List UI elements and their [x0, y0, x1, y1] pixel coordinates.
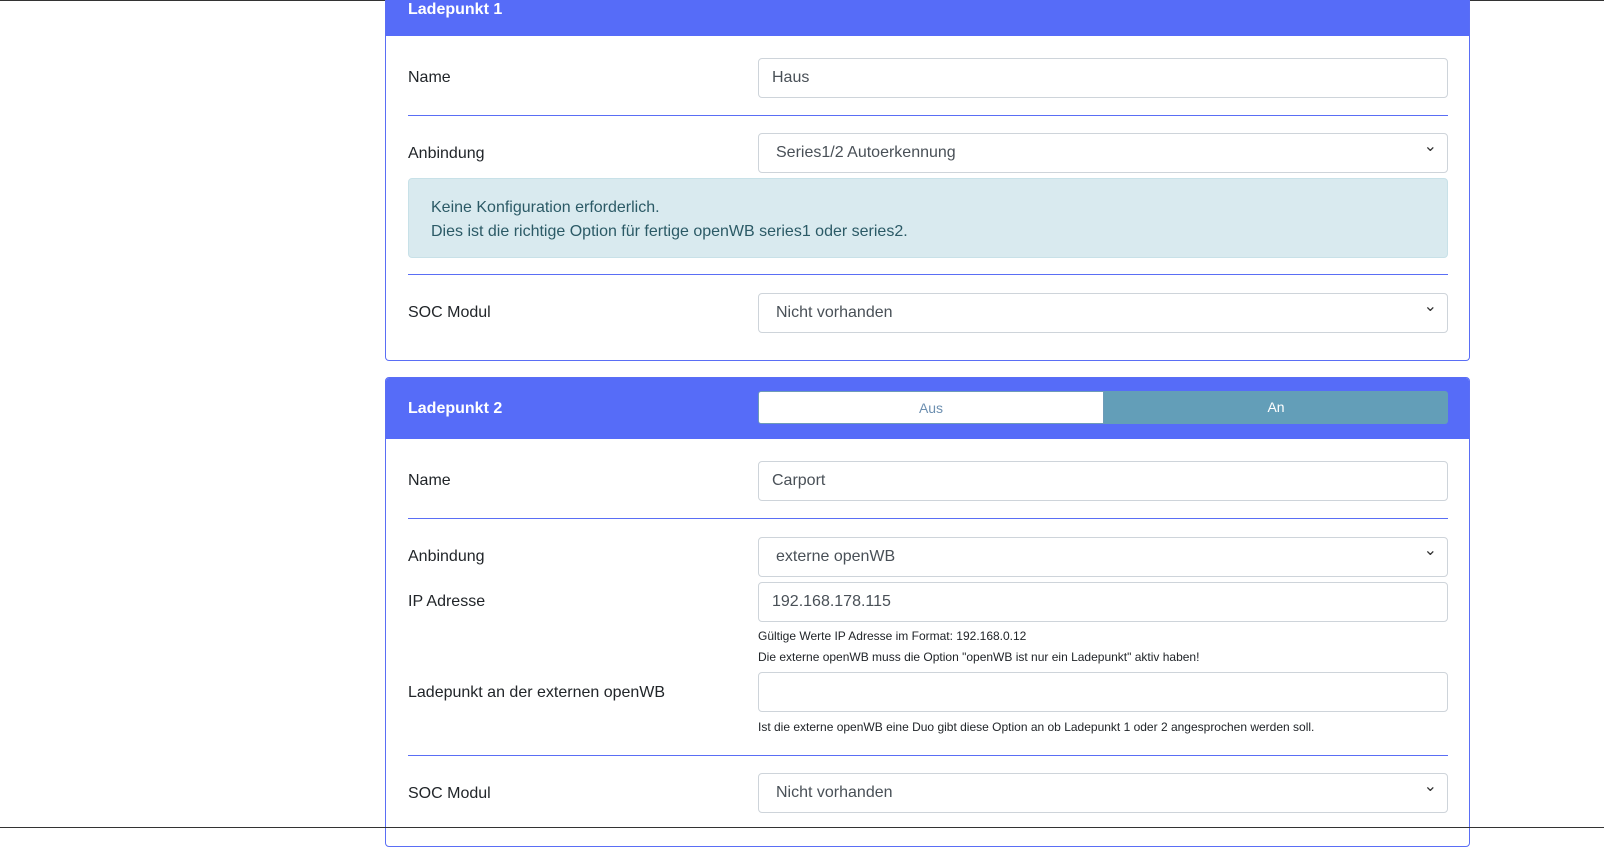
divider: [408, 518, 1448, 519]
toggle-on-button[interactable]: An: [1104, 391, 1448, 424]
info-line: Keine Konfiguration erforderlich.: [431, 199, 660, 216]
info-alert: Keine Konfiguration erforderlich. Dies i…: [408, 178, 1448, 258]
anbindung-label: Anbindung: [408, 548, 485, 565]
anbindung-value: Series1/2 Autoerkennung: [776, 144, 956, 161]
card-header: Ladepunkt 1: [386, 0, 1469, 36]
soc-select[interactable]: Nicht vorhanden: [758, 288, 1448, 333]
card-header: Ladepunkt 2 Aus An: [386, 378, 1469, 439]
name-input[interactable]: Carport: [758, 461, 1448, 501]
card-ladepunkt-2: Ladepunkt 2 Aus An Name Carport Anbindun…: [385, 377, 1470, 847]
divider: [408, 274, 1448, 275]
card-ladepunkt-1: Ladepunkt 1 Name Haus Anbindung Series1/…: [385, 0, 1470, 361]
info-line: Dies ist die richtige Option für fertige…: [431, 223, 908, 240]
name-label: Name: [408, 69, 451, 86]
soc-label: SOC Modul: [408, 785, 491, 802]
divider: [408, 755, 1448, 756]
toggle-off-button[interactable]: Aus: [758, 391, 1104, 424]
card-title: Ladepunkt 1: [408, 1, 503, 18]
window-border: [0, 827, 1604, 828]
ext-lp-help: Ist die externe openWB eine Duo gibt die…: [758, 720, 1315, 734]
divider: [408, 115, 1448, 116]
ip-input[interactable]: 192.168.178.115: [758, 582, 1448, 622]
soc-value: Nicht vorhanden: [776, 784, 893, 801]
soc-select[interactable]: Nicht vorhanden: [758, 768, 1448, 813]
ext-lp-label: Ladepunkt an der externen openWB: [408, 684, 666, 701]
anbindung-select[interactable]: Series1/2 Autoerkennung: [758, 128, 1448, 173]
anbindung-value: externe openWB: [776, 548, 896, 565]
name-label: Name: [408, 472, 451, 489]
anbindung-label: Anbindung: [408, 145, 485, 162]
soc-label: SOC Modul: [408, 304, 491, 321]
ext-lp-input[interactable]: [758, 672, 1448, 712]
card-title: Ladepunkt 2: [408, 400, 503, 417]
name-input[interactable]: Haus: [758, 58, 1448, 98]
soc-value: Nicht vorhanden: [776, 304, 893, 321]
enable-toggle[interactable]: Aus An: [758, 391, 1448, 424]
ip-help: Die externe openWB muss die Option "open…: [758, 650, 1200, 664]
ip-help: Gültige Werte IP Adresse im Format: 192.…: [758, 629, 1027, 643]
ip-label: IP Adresse: [408, 593, 486, 610]
anbindung-select[interactable]: externe openWB: [758, 532, 1448, 577]
